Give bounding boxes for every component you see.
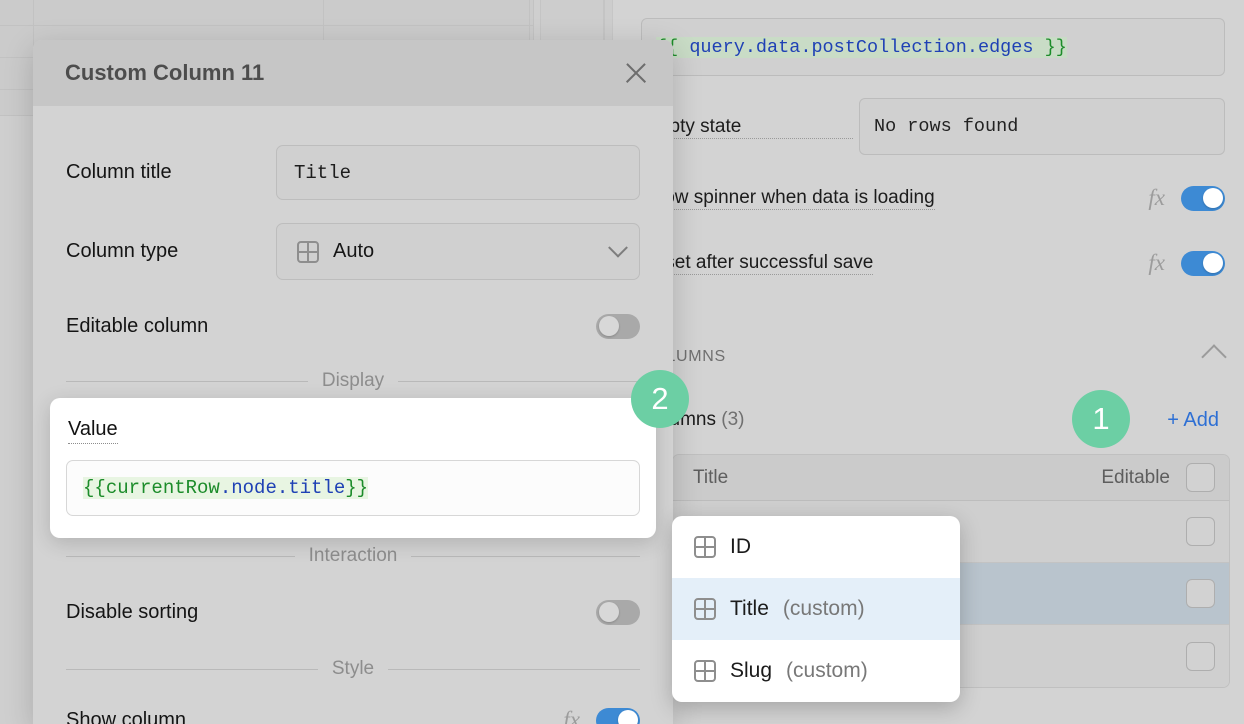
column-picker-dropdown[interactable]: ID Title (custom) Slug (custom) bbox=[672, 516, 960, 702]
column-title-row: Column title Title bbox=[33, 145, 673, 200]
divider-line bbox=[398, 380, 640, 382]
chevron-up-icon[interactable] bbox=[1201, 344, 1227, 370]
value-field-card: Value {{currentRow.node.title}} bbox=[50, 398, 656, 538]
divider-line bbox=[66, 668, 318, 670]
divider-line bbox=[411, 555, 641, 557]
empty-state-input[interactable]: No rows found bbox=[859, 98, 1225, 155]
value-expression-input[interactable]: {{currentRow.node.title}} bbox=[66, 460, 640, 516]
column-title-value: Title bbox=[294, 161, 352, 184]
value-expression: {{currentRow.node.title}} bbox=[83, 477, 369, 499]
column-title-label: Column title bbox=[66, 161, 172, 183]
divider-line bbox=[66, 380, 308, 382]
table-grid-icon bbox=[694, 536, 716, 558]
column-type-select[interactable]: Auto bbox=[276, 223, 640, 280]
add-column-label: + Add bbox=[1167, 408, 1219, 431]
data-expression-row: {{ query.data.postCollection.edges }} bbox=[613, 18, 1244, 76]
add-column-button[interactable]: + Add bbox=[1167, 409, 1219, 432]
row-editable-checkbox[interactable] bbox=[1186, 579, 1215, 608]
data-expression-value: {{ query.data.postCollection.edges }} bbox=[656, 36, 1067, 58]
dropdown-item-label: ID bbox=[730, 535, 751, 558]
show-column-label: Show column bbox=[66, 708, 187, 724]
expr-path: .data.postCollection.edges bbox=[744, 36, 1034, 58]
display-section-label: Display bbox=[321, 370, 385, 391]
reset-after-save-toggle[interactable] bbox=[1181, 250, 1225, 276]
interaction-section-divider: Interaction bbox=[33, 545, 673, 567]
show-spinner-label: Show spinner when data is loading bbox=[641, 187, 935, 210]
value-field-label: Value bbox=[68, 418, 118, 444]
show-column-row: Show column fx bbox=[33, 704, 673, 724]
editable-column-toggle[interactable] bbox=[596, 313, 640, 339]
dropdown-item-slug[interactable]: Slug (custom) bbox=[672, 640, 960, 702]
toggle-knob bbox=[598, 602, 619, 622]
expr-path: .node.title bbox=[219, 477, 346, 499]
custom-column-modal: Custom Column 11 Column title Title Colu… bbox=[33, 40, 673, 724]
dropdown-item-label: Slug bbox=[730, 659, 773, 682]
show-column-toggle[interactable] bbox=[596, 707, 640, 724]
columns-count: (3) bbox=[721, 409, 745, 430]
fx-icon[interactable]: fx bbox=[1148, 185, 1165, 211]
reset-after-save-label: Reset after successful save bbox=[641, 252, 874, 275]
display-section-divider: Display bbox=[33, 370, 673, 392]
chevron-down-icon[interactable] bbox=[608, 237, 628, 258]
style-section-divider: Style bbox=[33, 658, 673, 680]
disable-sorting-toggle[interactable] bbox=[596, 599, 640, 625]
columns-table-header: Title Editable bbox=[673, 455, 1229, 501]
close-icon[interactable] bbox=[623, 60, 649, 86]
row-editable-checkbox[interactable] bbox=[1186, 641, 1215, 671]
reset-after-save-row: Reset after successful save fx bbox=[613, 247, 1244, 279]
disable-sorting-label: Disable sorting bbox=[66, 600, 199, 623]
column-type-label: Column type bbox=[66, 240, 179, 262]
step-badge-1: 1 bbox=[1072, 390, 1130, 448]
expr-root: currentRow bbox=[105, 477, 220, 499]
modal-header: Custom Column 11 bbox=[33, 40, 673, 106]
divider-line bbox=[66, 555, 295, 557]
data-expression-input[interactable]: {{ query.data.postCollection.edges }} bbox=[641, 18, 1225, 76]
show-spinner-toggle[interactable] bbox=[1181, 185, 1225, 211]
toggle-knob bbox=[617, 710, 638, 724]
page-title: Custom Column 11 bbox=[65, 60, 265, 85]
expr-root: query bbox=[689, 36, 745, 58]
expr-close-brace: }} bbox=[1033, 36, 1067, 58]
dropdown-item-suffix: (custom) bbox=[786, 659, 868, 682]
divider-line bbox=[388, 668, 640, 670]
dropdown-item-title[interactable]: Title (custom) bbox=[672, 578, 960, 640]
column-header-editable: Editable bbox=[1101, 466, 1170, 488]
editable-column-label: Editable column bbox=[66, 314, 209, 337]
step-badge-2: 2 bbox=[631, 370, 689, 428]
editable-header-checkbox[interactable] bbox=[1186, 463, 1215, 492]
table-grid-icon bbox=[694, 598, 716, 620]
show-spinner-row: Show spinner when data is loading fx bbox=[613, 182, 1244, 214]
interaction-section-label: Interaction bbox=[308, 545, 398, 566]
disable-sorting-row: Disable sorting bbox=[33, 596, 673, 628]
toggle-knob bbox=[1202, 253, 1223, 273]
columns-subheader: Columns (3) + Add bbox=[613, 404, 1244, 436]
table-grid-icon bbox=[297, 240, 319, 263]
table-grid-icon bbox=[694, 660, 716, 682]
column-type-value: Auto bbox=[333, 240, 375, 262]
toggle-knob bbox=[1202, 188, 1223, 208]
columns-section-header[interactable]: COLUMNS bbox=[613, 344, 1244, 370]
fx-icon[interactable]: fx bbox=[1148, 250, 1165, 276]
fx-icon[interactable]: fx bbox=[563, 707, 580, 724]
row-editable-checkbox[interactable] bbox=[1186, 517, 1215, 546]
empty-state-value: No rows found bbox=[874, 116, 1019, 137]
toggle-knob bbox=[598, 316, 619, 336]
empty-state-row: Empty state No rows found bbox=[613, 98, 1244, 155]
dropdown-item-label: Title bbox=[730, 597, 769, 620]
column-type-row: Column type Auto bbox=[33, 223, 673, 280]
screen: {{ query.data.postCollection.edges }} Em… bbox=[0, 0, 1244, 724]
expr-close-brace: }} bbox=[345, 477, 369, 499]
dropdown-item-suffix: (custom) bbox=[782, 597, 865, 620]
style-section-label: Style bbox=[331, 658, 375, 679]
editable-column-row: Editable column bbox=[33, 310, 673, 342]
column-title-input[interactable]: Title bbox=[276, 145, 640, 200]
expr-open-brace: {{ bbox=[83, 477, 106, 499]
dropdown-item-id[interactable]: ID bbox=[672, 516, 960, 578]
column-header-title: Title bbox=[693, 466, 729, 488]
